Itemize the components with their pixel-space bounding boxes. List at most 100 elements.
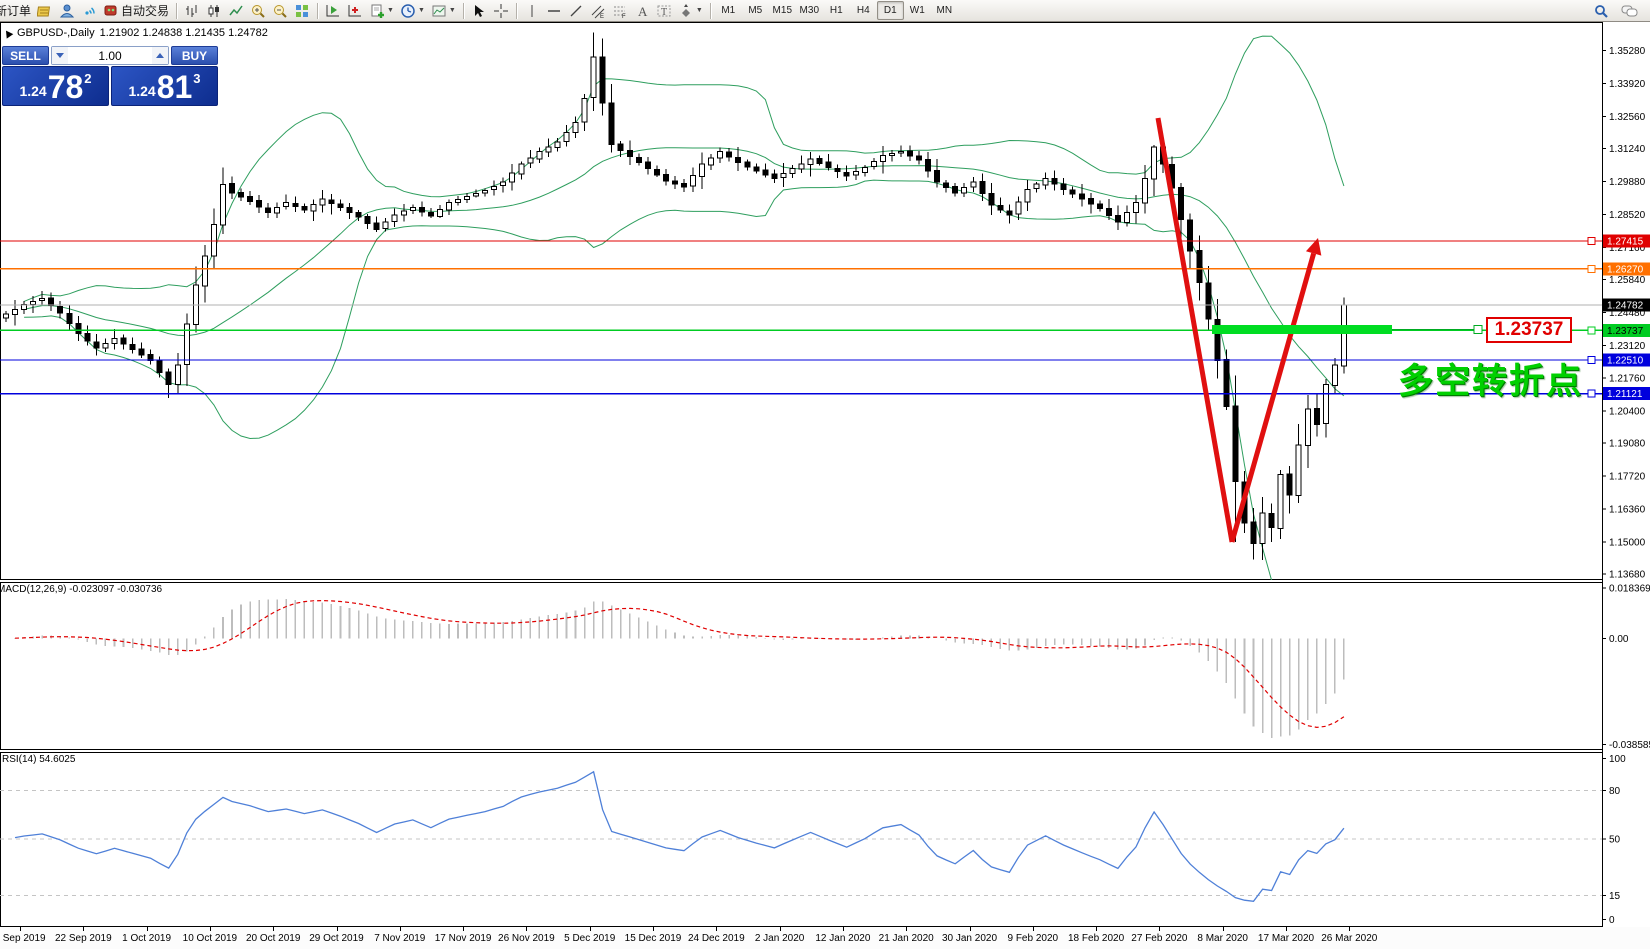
price-tick-label: 1.20400 — [1609, 407, 1646, 418]
volume-decrease-button[interactable] — [52, 47, 68, 64]
candlestick-icon[interactable] — [203, 1, 225, 21]
rsi-indicator-label: RSI(14) 54.6025 — [2, 754, 75, 765]
timeframe-m30[interactable]: M30 — [796, 1, 823, 20]
svg-text:1.21121: 1.21121 — [1607, 389, 1643, 400]
line-chart-icon[interactable] — [225, 1, 247, 21]
chart-canvas[interactable]: 1.352801.339201.325601.312401.298801.285… — [0, 22, 1650, 927]
chevron-down-icon: ▼ — [387, 7, 394, 14]
timeframe-mn[interactable]: MN — [931, 1, 958, 20]
rsi-tick-label: 0 — [1609, 915, 1615, 926]
price-tick-label: 1.17720 — [1609, 472, 1646, 483]
svg-text:F: F — [622, 14, 626, 19]
tile-windows-icon[interactable] — [291, 1, 313, 21]
price-tick-label: 1.33920 — [1609, 79, 1646, 90]
buy-price-prefix: 1.24 — [128, 83, 155, 99]
date-tick — [843, 927, 844, 931]
timeframe-clock-dropdown[interactable]: ▼ — [397, 1, 428, 21]
buy-price-tile[interactable]: 1.24 81 3 — [111, 66, 218, 106]
svg-text:E: E — [600, 14, 604, 19]
date-tick — [526, 927, 527, 931]
date-tick — [1286, 927, 1287, 931]
macd-axis: 0.0183690.00-0.038585 — [1602, 583, 1650, 751]
zoom-in-icon[interactable] — [247, 1, 269, 21]
date-tick — [1349, 927, 1350, 931]
toolbar-separator — [176, 3, 177, 19]
volume-stepper[interactable]: 1.00 — [51, 46, 169, 65]
text-label-icon[interactable]: T — [653, 1, 675, 21]
timeframe-m15[interactable]: M15 — [769, 1, 796, 20]
price-tick-label: 1.15000 — [1609, 538, 1646, 549]
svg-text:1.27415: 1.27415 — [1607, 237, 1644, 248]
svg-text:T: T — [661, 7, 667, 18]
buy-price-big: 81 — [157, 72, 193, 102]
buy-button[interactable]: BUY — [171, 46, 218, 65]
chart-title: GBPUSD-,Daily 1.21902 1.24838 1.21435 1.… — [4, 27, 268, 39]
triangle-up-icon — [156, 53, 164, 58]
mt4-window: 新订单 自动交易 ▼ ▼ ▼ — [0, 0, 1650, 949]
timeframe-h4[interactable]: H4 — [850, 1, 877, 20]
channel-icon[interactable]: E — [587, 1, 609, 21]
volume-increase-button[interactable] — [152, 47, 168, 64]
sell-price-tile[interactable]: 1.24 78 2 — [2, 66, 109, 106]
rsi-tick-label: 100 — [1609, 754, 1626, 765]
price-tick-label: 1.16360 — [1609, 505, 1646, 516]
crosshair-icon[interactable] — [490, 1, 512, 21]
level-price-badge: 1.27415 — [1603, 235, 1650, 248]
horizontal-line-icon[interactable] — [543, 1, 565, 21]
sell-price-prefix: 1.24 — [19, 83, 46, 99]
date-tick — [83, 927, 84, 931]
toolbar: 新订单 自动交易 ▼ ▼ ▼ — [0, 0, 1650, 22]
rsi-axis: 1008050150 — [1602, 754, 1626, 926]
profile-icon[interactable] — [56, 1, 78, 21]
vertical-line-icon[interactable] — [521, 1, 543, 21]
toolbar-separator — [516, 3, 517, 19]
trendline-icon[interactable] — [565, 1, 587, 21]
search-icon[interactable] — [1590, 1, 1612, 21]
market-watch-icon[interactable] — [34, 1, 56, 21]
price-tick-label: 1.23120 — [1609, 341, 1646, 352]
svg-text:1.26270: 1.26270 — [1607, 264, 1644, 275]
bar-chart-icon[interactable] — [181, 1, 203, 21]
price-tick-label: 1.35280 — [1609, 46, 1646, 57]
timeframe-m1[interactable]: M1 — [715, 1, 742, 20]
date-label: 26 Mar 2020 — [1311, 933, 1387, 944]
template-dropdown[interactable]: ▼ — [428, 1, 459, 21]
cursor-icon[interactable] — [468, 1, 490, 21]
timeframe-m5[interactable]: M5 — [742, 1, 769, 20]
symbol-arrow-icon — [3, 28, 14, 38]
indicator-window-icon[interactable] — [322, 1, 344, 21]
new-order-button[interactable]: 新订单 — [2, 1, 34, 21]
svg-text:1.23737: 1.23737 — [1607, 326, 1644, 337]
triangle-down-icon — [56, 53, 64, 58]
price-tick-label: 1.31240 — [1609, 144, 1646, 155]
price-tick-label: 1.29880 — [1609, 177, 1646, 188]
timeframe-d1[interactable]: D1 — [877, 1, 904, 20]
signals-icon[interactable] — [78, 1, 100, 21]
new-chart-dropdown[interactable]: ▼ — [366, 1, 397, 21]
current-price-badge: 1.24782 — [1603, 298, 1650, 311]
date-axis[interactable]: 2 Sep 201922 Sep 20191 Oct 201910 Oct 20… — [0, 927, 1650, 949]
date-tick — [1033, 927, 1034, 931]
fibonacci-icon[interactable]: F — [609, 1, 631, 21]
arrows-icon[interactable]: ▼ — [675, 1, 706, 21]
auto-trading-button[interactable]: 自动交易 — [100, 1, 172, 21]
timeframe-h1[interactable]: H1 — [823, 1, 850, 20]
date-tick — [1096, 927, 1097, 931]
text-icon[interactable]: A — [631, 1, 653, 21]
rsi-tick-label: 80 — [1609, 786, 1621, 797]
date-tick — [653, 927, 654, 931]
chat-icon[interactable] — [1618, 1, 1642, 21]
timeframe-group: M1M5M15M30H1H4D1W1MN — [715, 0, 958, 22]
level-price-badge: 1.21121 — [1603, 387, 1650, 400]
zoom-out-icon[interactable] — [269, 1, 291, 21]
period-scale-icon[interactable] — [344, 1, 366, 21]
volume-value[interactable]: 1.00 — [68, 49, 152, 63]
sell-button[interactable]: SELL — [2, 46, 49, 65]
svg-text:A: A — [638, 4, 648, 19]
price-tick-label: 1.32560 — [1609, 112, 1646, 123]
date-tick — [273, 927, 274, 931]
price-tick-label: 1.13680 — [1609, 570, 1646, 581]
macd-tick-label: 0.018369 — [1609, 583, 1650, 594]
timeframe-w1[interactable]: W1 — [904, 1, 931, 20]
price-tick-label: 1.25840 — [1609, 275, 1646, 286]
